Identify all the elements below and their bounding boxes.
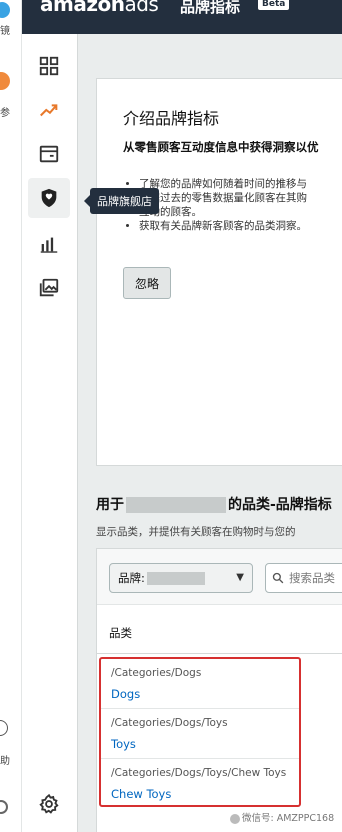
chevron-down-icon: ▼ [236, 572, 244, 583]
list-item: 根据过去的零售数据量化顾客在其购 [139, 191, 342, 205]
list-item: 了解您的品牌如何随着时间的推移与 [139, 177, 342, 191]
search-input[interactable]: 搜索品类 [265, 563, 342, 593]
sliver-label-bottom: 助 [0, 756, 10, 767]
nav-metrics[interactable] [28, 224, 70, 264]
list-item: 互动的顾客。 [139, 206, 202, 218]
brand-select[interactable]: 品牌: ▼ [109, 563, 253, 593]
trend-icon [40, 104, 58, 117]
column-header-category[interactable]: 品类 [109, 625, 132, 641]
category-card: 品牌: ▼ 搜索品类 品类 /Categories/Dogs Dogs /Cat… [96, 548, 342, 832]
app-root: 镜 参 助 amazonads 品牌指标 Beta 品牌旗舰店 介绍品牌指标 从… [0, 0, 342, 832]
category-link[interactable]: Chew Toys [111, 787, 171, 801]
top-header: amazonads 品牌指标 Beta [22, 0, 342, 34]
settings-icon[interactable] [0, 800, 8, 814]
storefront-icon [39, 145, 59, 163]
table-row: /Categories/Dogs/Toys/Chew Toys Chew Toy… [101, 759, 299, 809]
watermark-text: 微信号: AMZPPC168 [242, 813, 335, 824]
page-title: 品牌指标 [180, 0, 241, 16]
nav-media[interactable] [28, 268, 70, 308]
intro-subtitle: 从零售顾客互动度信息中获得洞察以优 [123, 140, 319, 154]
nav-tooltip: 品牌旗舰店 [84, 188, 159, 214]
beta-badge: Beta [258, 0, 290, 10]
dismiss-button[interactable]: 忽略 [123, 267, 171, 299]
intro-card: 介绍品牌指标 从零售顾客互动度信息中获得洞察以优 了解您的品牌如何随着时间的推移… [96, 78, 342, 466]
list-item: 获取有关品牌新客顾客的品类洞察。 [139, 219, 342, 233]
table-row: /Categories/Dogs/Toys Toys [101, 709, 299, 759]
nav-settings[interactable] [28, 784, 70, 824]
header-divider [97, 653, 342, 654]
category-path: /Categories/Dogs/Toys/Chew Toys [111, 767, 287, 779]
amazon-ads-logo[interactable]: amazonads [40, 0, 159, 16]
section-title-suffix: 的品类-品牌指标 [228, 497, 332, 513]
category-path: /Categories/Dogs [111, 667, 202, 679]
redacted-brand-value [146, 571, 205, 585]
search-icon [272, 572, 284, 584]
section-title: 用于 的品类-品牌指标 [96, 494, 332, 514]
section-description: 显示品类，并提供有关顾客在购物时与您的 [96, 526, 296, 538]
section-title-prefix: 用于 [96, 497, 124, 513]
dashboard-icon [39, 56, 59, 76]
table-row: /Categories/Dogs Dogs [101, 659, 299, 709]
sliver-label-top: 镜 [0, 26, 10, 37]
help-icon[interactable] [0, 720, 8, 736]
category-link[interactable]: Toys [111, 737, 136, 751]
highlighted-rows: /Categories/Dogs Dogs /Categories/Dogs/T… [99, 657, 301, 807]
media-icon [39, 278, 59, 297]
app-icon-orange[interactable] [0, 72, 10, 90]
app-icon-blue[interactable] [0, 2, 10, 18]
redacted-brand [126, 497, 226, 513]
shield-icon [41, 188, 57, 208]
wechat-icon [230, 813, 240, 824]
brand-select-label: 品牌: [118, 571, 145, 585]
watermark: 微信号: AMZPPC168 [230, 810, 334, 824]
bar-chart-icon [40, 237, 58, 253]
intro-bullets: 了解您的品牌如何随着时间的推移与 根据过去的零售数据量化顾客在其购 互动的顾客。… [131, 177, 342, 233]
gear-icon [39, 793, 59, 814]
intro-title: 介绍品牌指标 [123, 109, 220, 128]
left-sliver: 镜 参 助 [0, 0, 22, 832]
logo-main: amazon [40, 0, 125, 16]
nav-dashboard[interactable] [28, 46, 70, 86]
sliver-label-mid: 参 [0, 108, 10, 119]
filter-bar: 品牌: ▼ 搜索品类 [97, 549, 342, 605]
nav-trends[interactable] [28, 90, 70, 130]
search-placeholder: 搜索品类 [289, 571, 335, 585]
logo-suffix: ads [124, 0, 159, 16]
left-nav [22, 34, 78, 832]
nav-storefront[interactable] [28, 134, 70, 174]
nav-brand-store[interactable] [28, 178, 70, 218]
category-path: /Categories/Dogs/Toys [111, 717, 228, 729]
category-link[interactable]: Dogs [111, 687, 140, 701]
